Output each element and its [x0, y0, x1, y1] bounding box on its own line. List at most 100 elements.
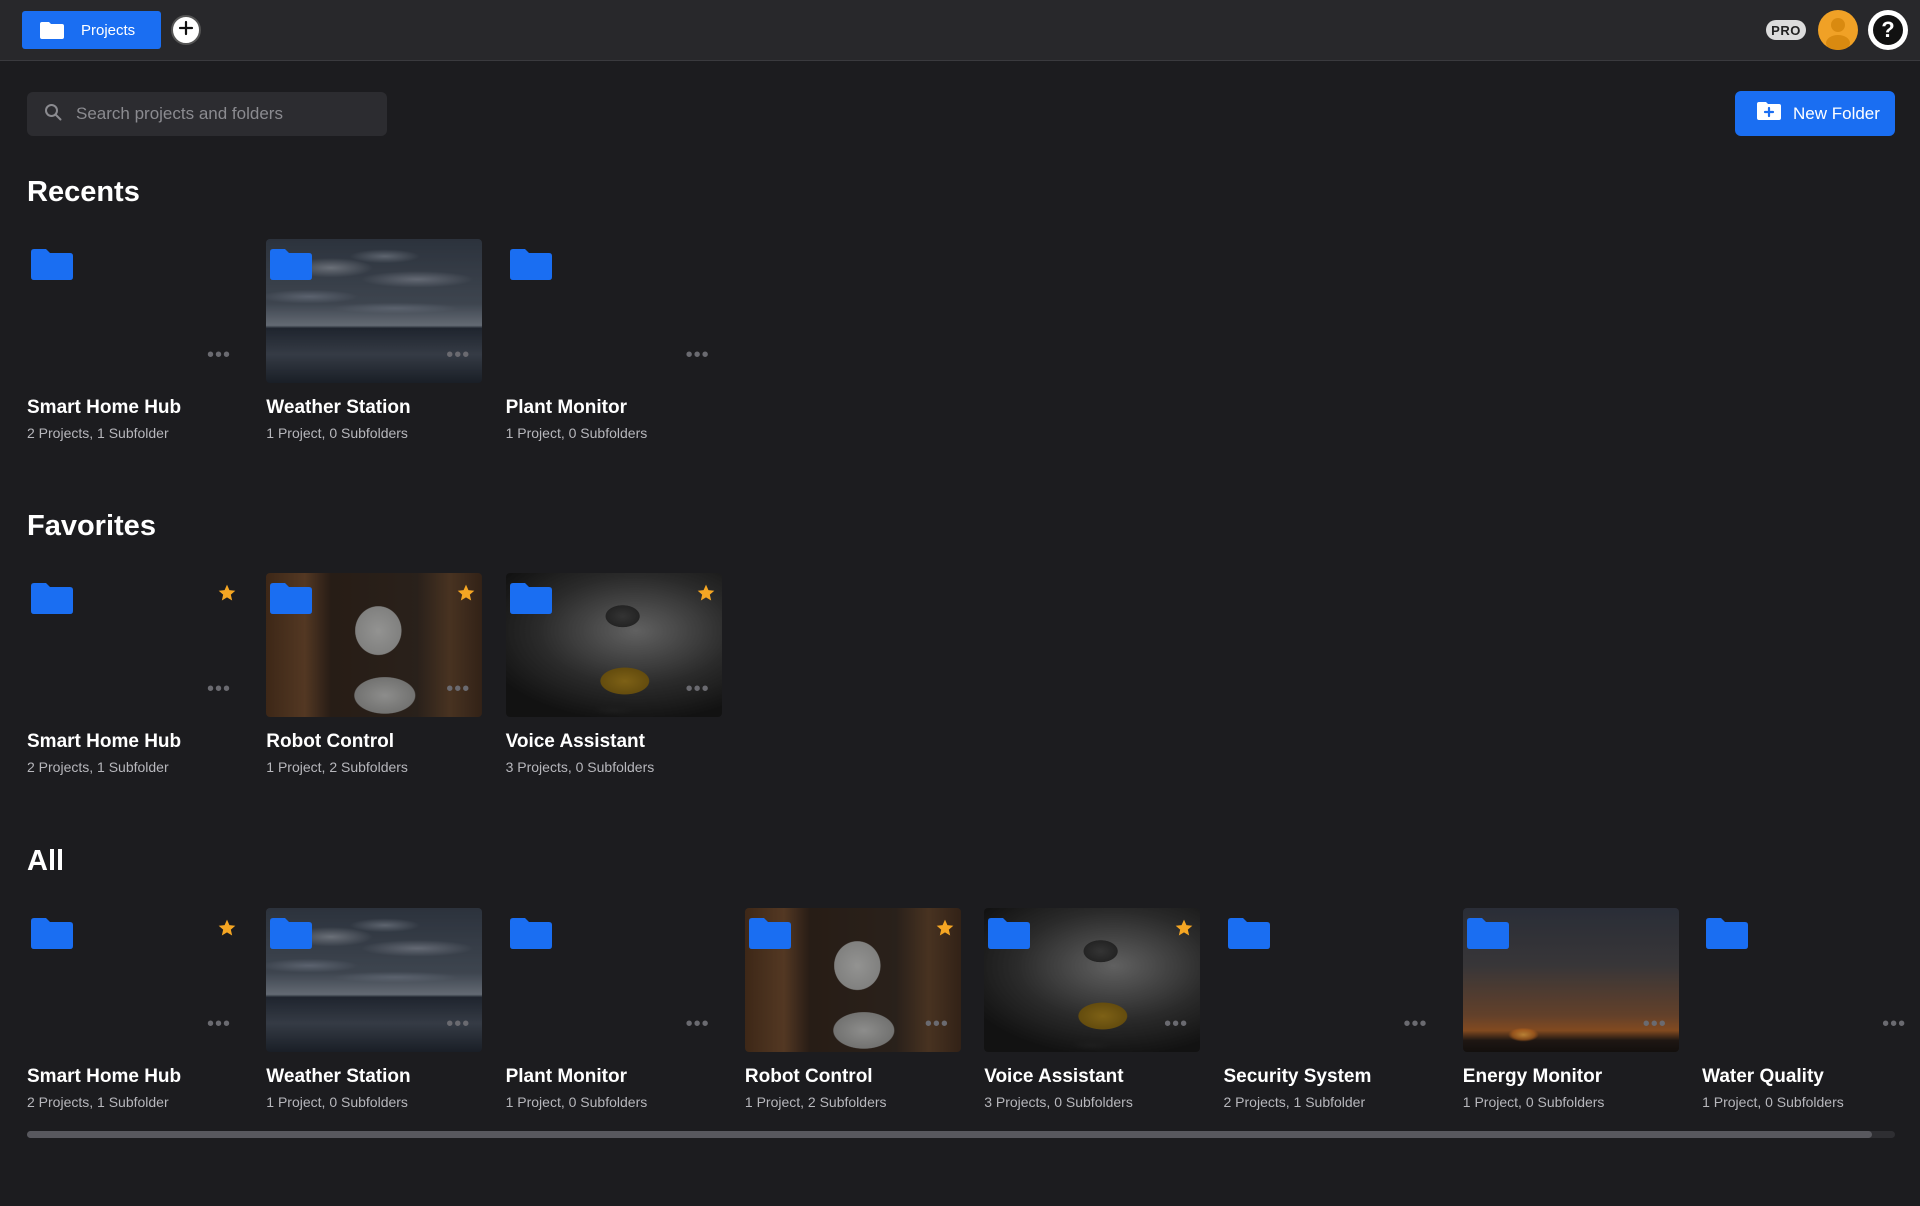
folder-name[interactable]: Voice Assistant	[506, 731, 722, 753]
star-icon[interactable]	[935, 918, 955, 938]
folder-thumbnail[interactable]: •••	[1224, 908, 1440, 1052]
section-title-favorites: Favorites	[27, 510, 156, 542]
folder-name[interactable]: Weather Station	[266, 1066, 482, 1088]
folder-icon	[31, 917, 73, 949]
folder-name[interactable]: Weather Station	[266, 397, 482, 419]
folder-card[interactable]: ••• Plant Monitor 1 Project, 0 Subfolders	[506, 908, 722, 1110]
folder-name[interactable]: Smart Home Hub	[27, 731, 243, 753]
folder-card[interactable]: ••• Weather Station 1 Project, 0 Subfolder…	[266, 239, 483, 441]
folder-meta: 1 Project, 0 Subfolders	[1702, 1094, 1844, 1110]
avatar[interactable]	[1818, 10, 1858, 50]
horizontal-scrollbar[interactable]	[27, 1131, 1895, 1138]
folder-name[interactable]: Security System	[1224, 1066, 1440, 1088]
more-icon[interactable]: •••	[925, 1014, 949, 1034]
folder-thumbnail[interactable]: •••	[266, 239, 483, 383]
folder-name[interactable]: Plant Monitor	[506, 397, 722, 419]
star-icon[interactable]	[696, 583, 716, 603]
folder-meta: 1 Project, 0 Subfolders	[505, 1094, 648, 1110]
more-icon[interactable]: •••	[446, 1014, 470, 1034]
folder-thumbnail[interactable]: •••	[505, 573, 722, 717]
folder-meta: 2 Projects, 1 Subfolder	[27, 759, 169, 775]
folder-thumbnail[interactable]: •••	[1702, 908, 1918, 1052]
section-title-recents: Recents	[27, 176, 140, 208]
folder-icon	[40, 21, 64, 39]
tab-projects[interactable]: Projects	[22, 11, 161, 49]
folder-meta: 2 Projects, 1 Subfolder	[1223, 1094, 1366, 1110]
more-icon[interactable]: •••	[207, 1014, 231, 1034]
folder-thumbnail[interactable]: •••	[744, 908, 961, 1052]
folder-plus-icon	[1757, 101, 1781, 126]
star-icon[interactable]	[456, 583, 476, 603]
scrollbar-thumb[interactable]	[27, 1131, 1872, 1138]
folder-card[interactable]: ••• Weather Station 1 Project, 0 Subfolder…	[266, 908, 483, 1110]
user-icon	[1818, 18, 1858, 50]
folder-meta: 1 Project, 2 Subfolders	[744, 1094, 887, 1110]
folder-name[interactable]: Water Quality	[1702, 1066, 1918, 1088]
folder-thumbnail[interactable]: •••	[27, 239, 243, 383]
plus-icon	[178, 20, 194, 41]
folder-icon	[270, 248, 313, 280]
folder-meta: 1 Project, 0 Subfolders	[505, 425, 648, 441]
folder-card[interactable]: ••• Security System 2 Projects, 1 Subfolde…	[1224, 908, 1440, 1110]
folder-card[interactable]: ••• Smart Home Hub 2 Projects, 1 Subfolder	[27, 908, 243, 1110]
folder-card[interactable]: ••• Water Quality 1 Project, 0 Subfolders	[1702, 908, 1918, 1110]
more-icon[interactable]: •••	[686, 679, 710, 699]
folder-card[interactable]: ••• Energy Monitor 1 Project, 0 Subfolders	[1462, 908, 1679, 1110]
folder-card[interactable]: ••• Robot Control 1 Project, 2 Subfolders	[266, 573, 483, 775]
folder-thumbnail[interactable]: •••	[506, 908, 722, 1052]
folder-card[interactable]: ••• Plant Monitor 1 Project, 0 Subfolders	[506, 239, 722, 441]
more-icon[interactable]: •••	[207, 345, 231, 365]
folder-thumbnail[interactable]: •••	[27, 908, 243, 1052]
folder-thumbnail[interactable]: •••	[27, 573, 243, 717]
more-icon[interactable]: •••	[1643, 1014, 1667, 1034]
star-icon[interactable]	[217, 583, 237, 603]
folder-card[interactable]: ••• Smart Home Hub 2 Projects, 1 Subfolder	[27, 239, 243, 441]
folder-thumbnail[interactable]: •••	[266, 573, 483, 717]
folder-name[interactable]: Robot Control	[745, 1066, 961, 1088]
more-icon[interactable]: •••	[446, 679, 470, 699]
folder-icon	[509, 248, 552, 280]
folder-name[interactable]: Smart Home Hub	[27, 1066, 243, 1088]
folder-card[interactable]: ••• Voice Assistant 3 Projects, 0 Subfolde…	[984, 908, 1201, 1110]
folder-meta: 2 Projects, 1 Subfolder	[27, 425, 169, 441]
more-icon[interactable]: •••	[686, 345, 710, 365]
star-icon[interactable]	[1174, 918, 1194, 938]
folder-meta: 3 Projects, 0 Subfolders	[984, 1094, 1133, 1110]
folder-icon	[31, 582, 73, 614]
folder-icon	[1706, 917, 1749, 949]
help-button[interactable]: ?	[1868, 10, 1908, 50]
folder-meta: 1 Project, 2 Subfolders	[266, 759, 408, 775]
more-icon[interactable]: •••	[1164, 1014, 1188, 1034]
folder-thumbnail[interactable]: •••	[984, 908, 1201, 1052]
folder-icon	[509, 582, 552, 614]
folder-meta: 2 Projects, 1 Subfolder	[27, 1094, 169, 1110]
folder-icon	[270, 917, 313, 949]
folder-card[interactable]: ••• Robot Control 1 Project, 2 Subfolders	[744, 908, 961, 1110]
folder-card[interactable]: ••• Smart Home Hub 2 Projects, 1 Subfolder	[27, 573, 243, 775]
more-icon[interactable]: •••	[207, 679, 231, 699]
search-icon	[44, 103, 62, 126]
folder-thumbnail[interactable]: •••	[266, 908, 483, 1052]
folder-name[interactable]: Robot Control	[266, 731, 482, 753]
more-icon[interactable]: •••	[1403, 1014, 1427, 1034]
folder-name[interactable]: Plant Monitor	[506, 1066, 722, 1088]
new-folder-button[interactable]: New Folder	[1735, 91, 1895, 136]
folder-name[interactable]: Voice Assistant	[984, 1066, 1200, 1088]
folder-meta: 1 Project, 0 Subfolders	[266, 1094, 408, 1110]
new-folder-label: New Folder	[1793, 103, 1880, 123]
add-tab-button[interactable]	[171, 15, 201, 45]
tab-label: Projects	[81, 21, 136, 39]
more-icon[interactable]: •••	[686, 1014, 710, 1034]
folder-name[interactable]: Smart Home Hub	[27, 397, 243, 419]
folder-meta: 1 Project, 0 Subfolders	[1462, 1094, 1605, 1110]
folder-meta: 1 Project, 0 Subfolders	[266, 425, 408, 441]
folder-card[interactable]: ••• Voice Assistant 3 Projects, 0 Subfolde…	[505, 573, 722, 775]
folder-thumbnail[interactable]: •••	[506, 239, 722, 383]
star-icon[interactable]	[217, 918, 237, 938]
more-icon[interactable]: •••	[1882, 1014, 1906, 1034]
folder-icon	[1227, 917, 1270, 949]
folder-thumbnail[interactable]: •••	[1462, 908, 1679, 1052]
folder-name[interactable]: Energy Monitor	[1463, 1066, 1679, 1088]
more-icon[interactable]: •••	[446, 345, 470, 365]
search-input[interactable]	[76, 104, 376, 124]
